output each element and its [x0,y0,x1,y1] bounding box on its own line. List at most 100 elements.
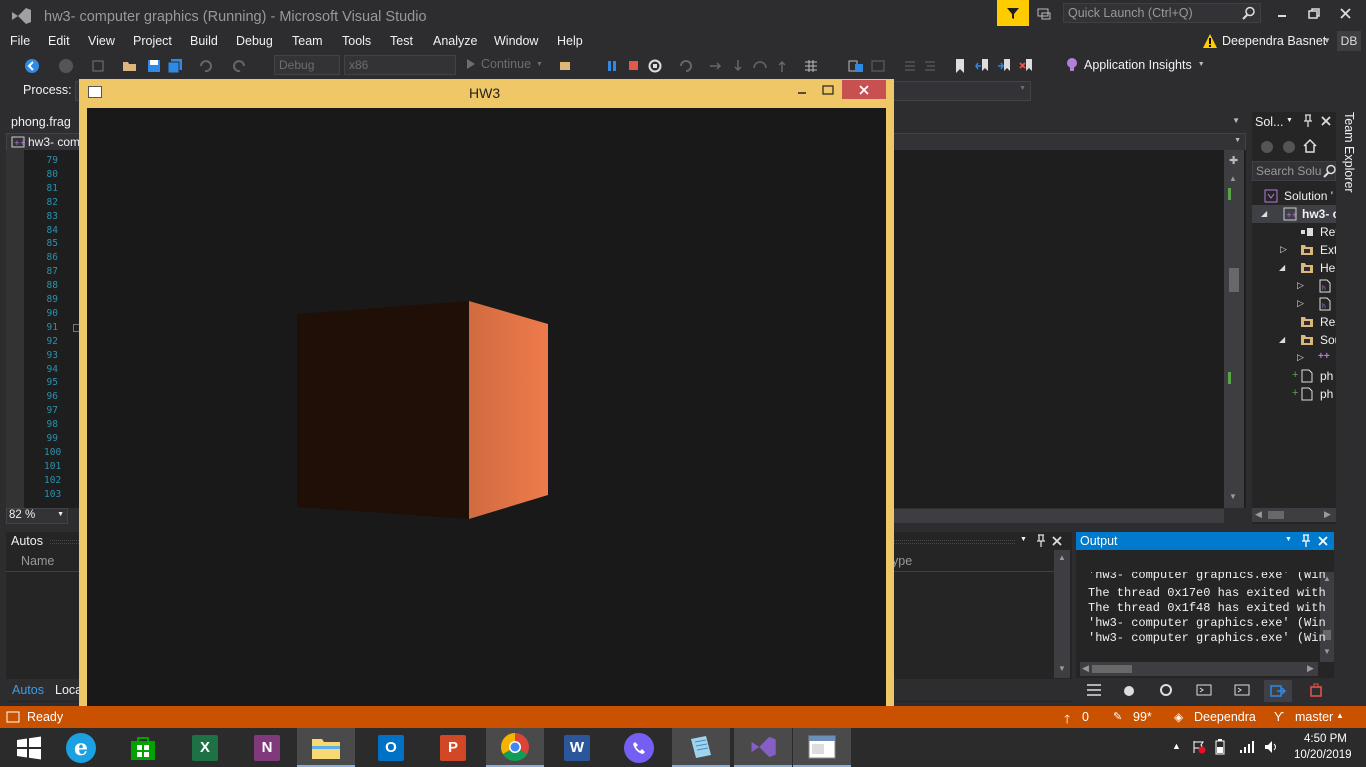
word-icon[interactable]: W [548,728,606,767]
clear-bookmarks-icon[interactable] [1019,58,1035,74]
solution-search-input[interactable]: Search Solu [1252,161,1336,181]
minimize-button[interactable] [1272,6,1292,22]
tree-item-phong-file[interactable]: ph [1320,369,1336,383]
se-scroll-right-icon[interactable]: ▶ [1324,509,1331,520]
forward-icon[interactable] [58,58,74,74]
show-hidden-icons[interactable]: ▲ [1172,741,1181,751]
hw3-close-button[interactable] [842,80,886,99]
tree-item-solution[interactable]: Solution ' [1284,189,1336,203]
quick-launch-input[interactable]: Quick Launch (Ctrl+Q) [1063,3,1261,23]
notepad-icon[interactable] [672,728,730,767]
menu-debug[interactable]: Debug [236,34,273,48]
step-into-icon[interactable] [730,58,746,74]
continue-button[interactable]: Continue ▼ [466,57,543,71]
application-insights-button[interactable]: Application Insights ▼ [1066,57,1205,72]
immediate-window-icon[interactable] [1234,683,1250,697]
tree-item-project[interactable]: hw3- c [1302,207,1336,221]
se-scroll-left-icon[interactable]: ◀ [1255,509,1262,520]
menu-team[interactable]: Team [292,34,323,48]
thread-icon[interactable] [848,58,864,74]
solution-config-dropdown[interactable]: Debug [274,55,340,75]
collapsed-arrow-icon[interactable]: ▷ [1297,352,1304,363]
status-branch[interactable]: master [1295,710,1333,724]
account-chevron-icon[interactable]: ▼ [1323,36,1331,45]
menu-test[interactable]: Test [390,34,413,48]
scrollbar-thumb[interactable] [1229,268,1239,292]
menu-help[interactable]: Help [557,34,583,48]
network-icon[interactable] [1239,740,1255,754]
collapsed-arrow-icon[interactable]: ▷ [1297,280,1304,291]
save-icon[interactable] [146,58,162,74]
volume-icon[interactable] [1264,740,1280,754]
tree-item-phong-file[interactable]: ph [1320,387,1336,401]
breakpoint-margin[interactable] [6,150,24,508]
opengl-viewport[interactable] [87,108,886,709]
file-explorer-icon[interactable] [297,728,355,767]
restore-button[interactable] [1304,6,1324,22]
feedback-icon[interactable] [1036,6,1052,22]
status-edits[interactable]: 99* [1133,710,1152,724]
hw3-minimize-button[interactable] [795,83,809,97]
error-list-icon[interactable] [1308,683,1324,697]
battery-icon[interactable] [1215,739,1225,755]
hot-reload-icon[interactable] [678,58,694,74]
output-tab-icon[interactable] [1264,680,1292,702]
col-type-header[interactable]: ype [892,554,912,568]
back-icon[interactable] [24,58,40,74]
editor-tab-phong-frag[interactable]: phong.frag [11,115,71,129]
hex-display-icon[interactable] [803,58,821,74]
store-icon[interactable] [114,728,172,767]
se-scroll-thumb[interactable] [1268,511,1284,519]
undo-icon[interactable] [197,58,213,74]
menu-window[interactable]: Window [494,34,538,48]
stop-icon[interactable] [626,58,642,74]
clock-time[interactable]: 4:50 PM [1304,733,1347,745]
collapsed-arrow-icon[interactable]: ▷ [1280,244,1287,255]
pin-icon[interactable] [1302,114,1314,128]
output-chevron-icon[interactable]: ▼ [1285,536,1292,543]
tab-autos[interactable]: Autos [12,683,44,697]
scroll-up-icon[interactable]: ▲ [1229,174,1237,183]
autos-pin-icon[interactable] [1035,534,1047,548]
branch-up-chevron-icon[interactable]: ▲ [1336,711,1344,720]
call-stack-icon[interactable] [1086,683,1102,697]
menu-file[interactable]: File [10,34,30,48]
onenote-icon[interactable]: N [238,728,296,767]
viber-icon[interactable] [610,728,668,767]
stack-frame-dropdown[interactable]: ▼ [893,81,1031,101]
zoom-dropdown[interactable]: 82 % ▼ [6,508,68,524]
project-nav-dropdown[interactable]: ++ hw3- com [6,133,82,151]
autos-close-icon[interactable] [1051,535,1063,547]
tree-item-external-deps[interactable]: Ext [1320,243,1336,257]
output-close-icon[interactable] [1317,535,1329,547]
output-pin-icon[interactable] [1300,534,1312,548]
hw3-app-taskbar-icon[interactable] [793,728,851,767]
split-icon[interactable]: ✚ [1229,154,1238,167]
output-scroll-left-icon[interactable]: ◀ [1082,663,1089,674]
menu-build[interactable]: Build [190,34,218,48]
menu-project[interactable]: Project [133,34,172,48]
output-scroll-right-icon[interactable]: ▶ [1307,663,1314,674]
tree-item-source-files[interactable]: Sou [1320,333,1336,347]
stack-frame-icon[interactable] [870,58,886,74]
menu-tools[interactable]: Tools [342,34,371,48]
show-next-statement-icon[interactable] [708,58,724,74]
account-name[interactable]: Deependra Basnet [1222,34,1326,48]
hw3-maximize-button[interactable] [821,83,835,97]
open-folder-icon[interactable] [122,58,138,74]
editor-horizontal-scrollbar[interactable] [894,509,1224,523]
redo-icon[interactable] [232,58,248,74]
output-scroll-down-icon[interactable]: ▼ [1323,647,1331,656]
save-all-icon[interactable] [167,58,183,74]
step-over-icon[interactable] [752,58,768,74]
status-user[interactable]: Deependra [1194,710,1256,724]
home-icon[interactable] [1302,138,1318,154]
se-horizontal-scrollbar[interactable]: ◀ ▶ [1252,508,1336,522]
se-forward-icon[interactable] [1282,140,1296,154]
restart-icon[interactable] [647,58,663,74]
bookmark-icon[interactable] [952,58,968,74]
avatar[interactable]: DB [1337,31,1361,51]
col-name-header[interactable]: Name [21,554,54,568]
status-up-count[interactable]: 0 [1082,710,1089,724]
comment-icon[interactable] [902,58,918,74]
